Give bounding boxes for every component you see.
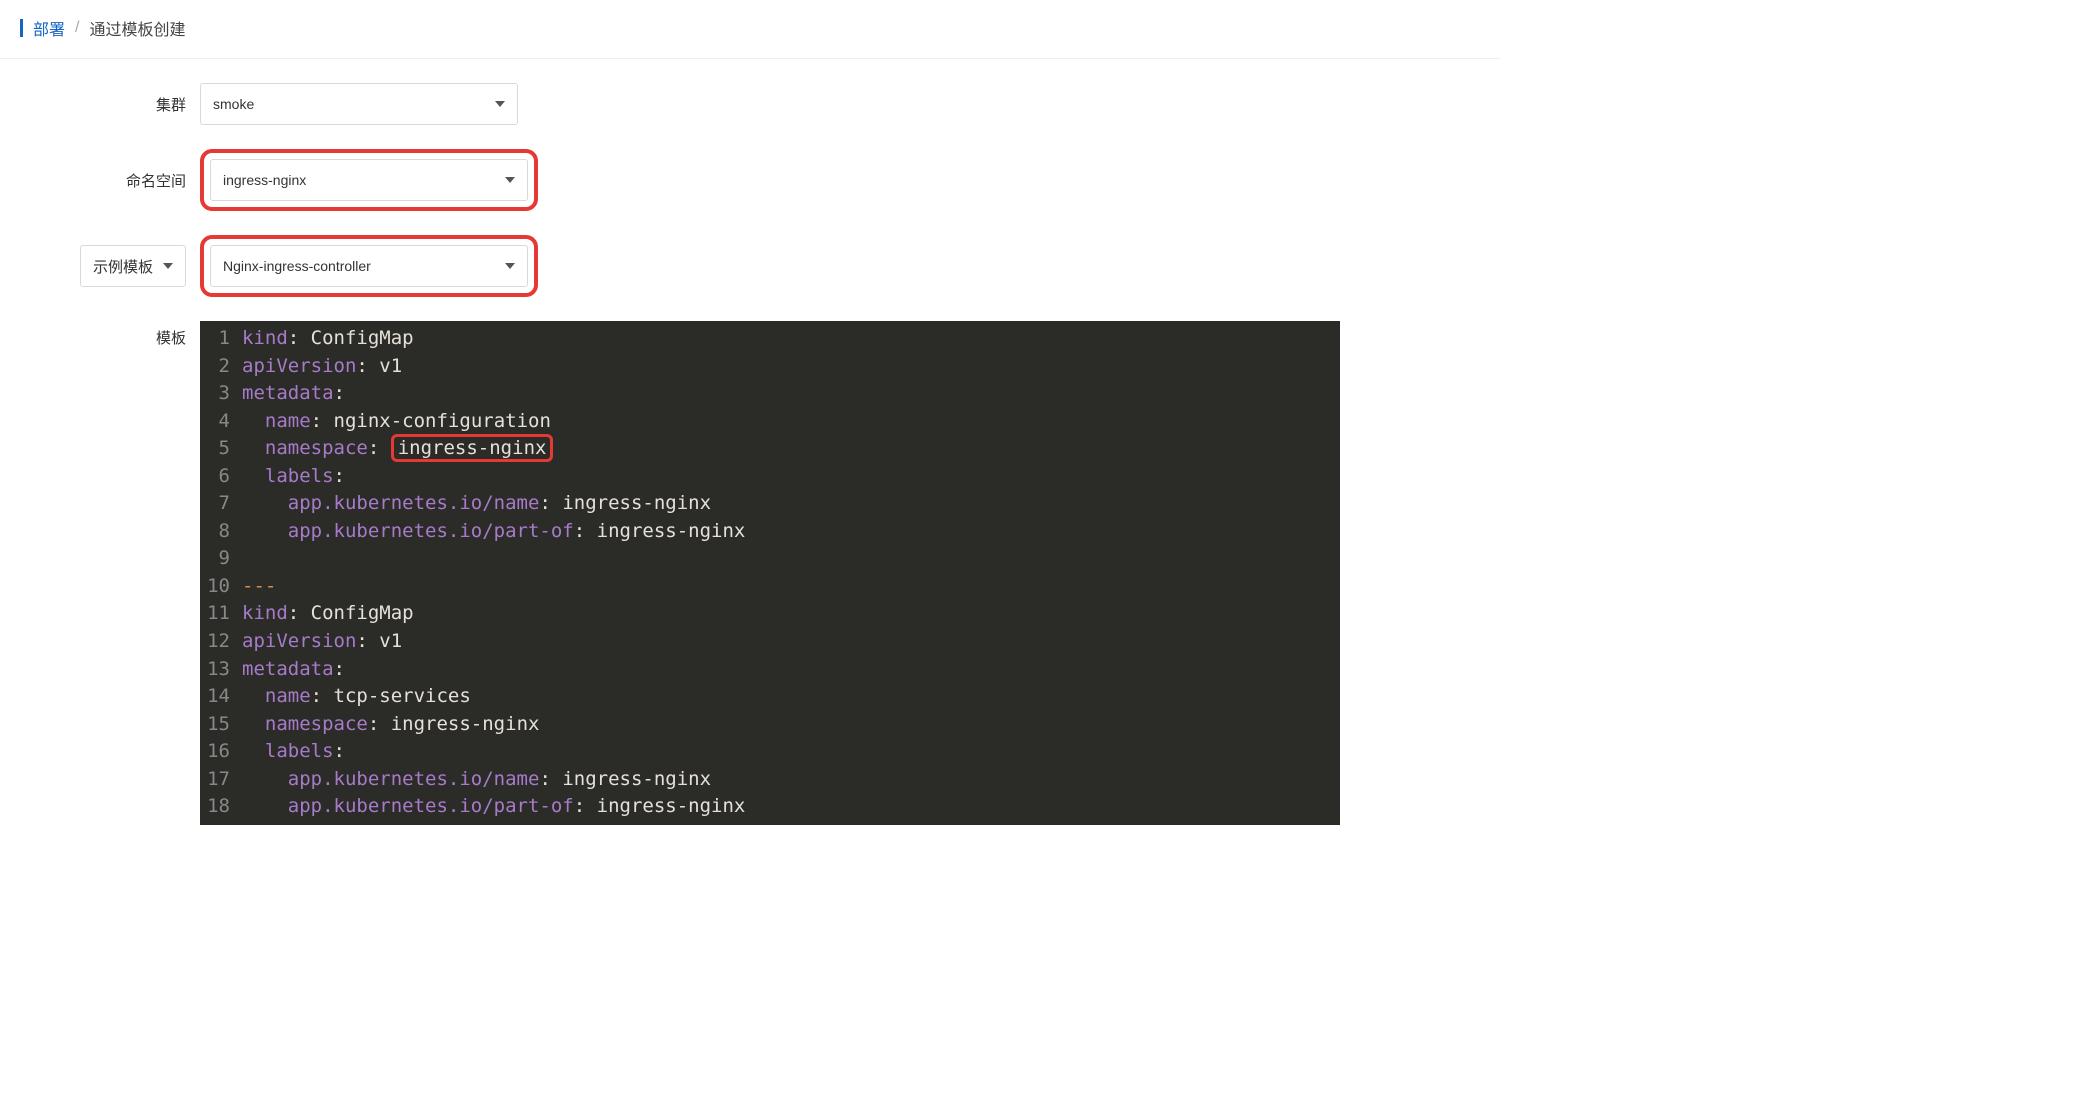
line-number: 11 xyxy=(200,600,242,628)
line-number: 7 xyxy=(200,490,242,518)
line-code: labels: xyxy=(242,738,345,766)
example-template-button[interactable]: 示例模板 xyxy=(80,245,186,287)
editor-line: 3metadata: xyxy=(200,380,1340,408)
line-number: 16 xyxy=(200,738,242,766)
template-label: 模板 xyxy=(0,321,200,348)
line-number: 8 xyxy=(200,518,242,546)
breadcrumb-separator: / xyxy=(75,19,79,37)
editor-line: 4 name: nginx-configuration xyxy=(200,408,1340,436)
yaml-editor[interactable]: 1kind: ConfigMap2apiVersion: v13metadata… xyxy=(200,321,1340,825)
editor-line: 9 xyxy=(200,545,1340,573)
line-code: app.kubernetes.io/part-of: ingress-nginx xyxy=(242,793,745,821)
cluster-select[interactable]: smoke xyxy=(200,83,518,125)
editor-line: 13metadata: xyxy=(200,656,1340,684)
line-number: 4 xyxy=(200,408,242,436)
namespace-select-value: ingress-nginx xyxy=(223,172,306,188)
editor-line: 16 labels: xyxy=(200,738,1340,766)
line-number: 12 xyxy=(200,628,242,656)
line-code: metadata: xyxy=(242,656,345,684)
editor-line: 7 app.kubernetes.io/name: ingress-nginx xyxy=(200,490,1340,518)
line-code: kind: ConfigMap xyxy=(242,600,414,628)
line-number: 6 xyxy=(200,463,242,491)
line-code: labels: xyxy=(242,463,345,491)
line-code: kind: ConfigMap xyxy=(242,325,414,353)
line-number: 15 xyxy=(200,711,242,739)
line-code: app.kubernetes.io/name: ingress-nginx xyxy=(242,490,711,518)
line-code: apiVersion: v1 xyxy=(242,353,402,381)
editor-line: 10--- xyxy=(200,573,1340,601)
line-code: metadata: xyxy=(242,380,345,408)
chevron-down-icon xyxy=(505,263,515,269)
chevron-down-icon xyxy=(495,101,505,107)
line-code: app.kubernetes.io/part-of: ingress-nginx xyxy=(242,518,745,546)
line-number: 13 xyxy=(200,656,242,684)
line-code: name: nginx-configuration xyxy=(242,408,551,436)
editor-line: 2apiVersion: v1 xyxy=(200,353,1340,381)
editor-line: 12apiVersion: v1 xyxy=(200,628,1340,656)
editor-line: 1kind: ConfigMap xyxy=(200,325,1340,353)
line-code: apiVersion: v1 xyxy=(242,628,402,656)
breadcrumb-root-link[interactable]: 部署 xyxy=(33,16,65,40)
editor-line: 5 namespace: ingress-nginx xyxy=(200,435,1340,463)
namespace-label: 命名空间 xyxy=(0,170,200,191)
example-template-button-label: 示例模板 xyxy=(93,256,153,277)
namespace-select[interactable]: ingress-nginx xyxy=(210,159,528,201)
breadcrumb: 部署 / 通过模板创建 xyxy=(0,0,1500,59)
line-number: 9 xyxy=(200,545,242,573)
line-number: 1 xyxy=(200,325,242,353)
line-code: name: tcp-services xyxy=(242,683,471,711)
line-number: 17 xyxy=(200,766,242,794)
line-number: 5 xyxy=(200,435,242,463)
line-code: --- xyxy=(242,573,276,601)
chevron-down-icon xyxy=(505,177,515,183)
line-code: app.kubernetes.io/name: ingress-nginx xyxy=(242,766,711,794)
line-number: 10 xyxy=(200,573,242,601)
line-number: 2 xyxy=(200,353,242,381)
editor-line: 6 labels: xyxy=(200,463,1340,491)
example-template-select[interactable]: Nginx-ingress-controller xyxy=(210,245,528,287)
example-template-select-value: Nginx-ingress-controller xyxy=(223,258,371,274)
line-number: 14 xyxy=(200,683,242,711)
line-number: 3 xyxy=(200,380,242,408)
chevron-down-icon xyxy=(163,263,173,269)
line-number: 18 xyxy=(200,793,242,821)
example-template-highlight: Nginx-ingress-controller xyxy=(200,235,538,297)
editor-line: 11kind: ConfigMap xyxy=(200,600,1340,628)
editor-line: 14 name: tcp-services xyxy=(200,683,1340,711)
editor-line: 8 app.kubernetes.io/part-of: ingress-ngi… xyxy=(200,518,1340,546)
editor-line: 15 namespace: ingress-nginx xyxy=(200,711,1340,739)
cluster-label: 集群 xyxy=(0,94,200,115)
editor-line: 17 app.kubernetes.io/name: ingress-nginx xyxy=(200,766,1340,794)
line-code: namespace: ingress-nginx xyxy=(242,711,539,739)
namespace-highlight: ingress-nginx xyxy=(200,149,538,211)
breadcrumb-current: 通过模板创建 xyxy=(89,16,185,40)
editor-line: 18 app.kubernetes.io/part-of: ingress-ng… xyxy=(200,793,1340,821)
cluster-select-value: smoke xyxy=(213,96,254,112)
breadcrumb-accent-bar xyxy=(20,19,23,37)
line-code: namespace: ingress-nginx xyxy=(242,435,553,463)
